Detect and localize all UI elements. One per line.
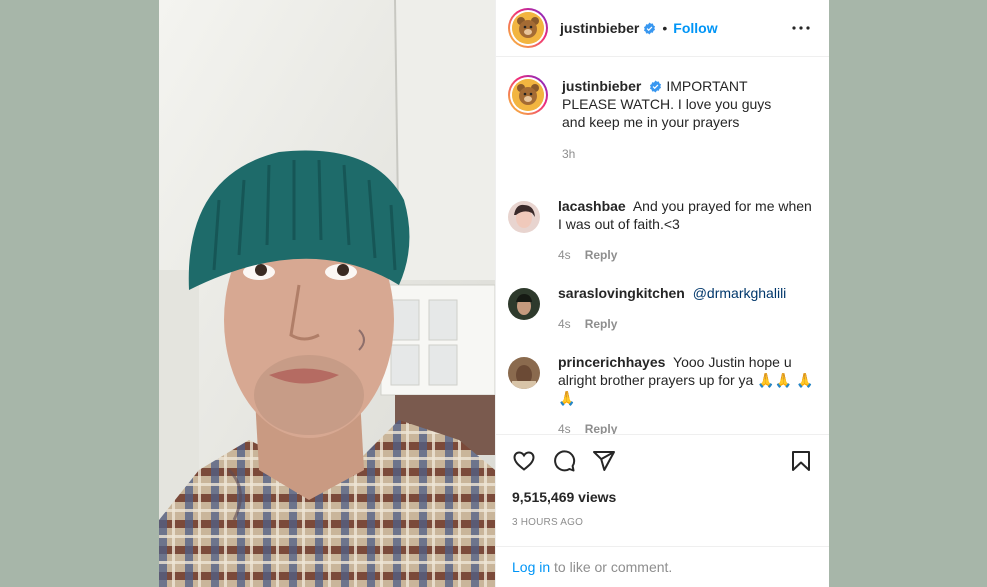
post-side-panel: justinbieber • Follow justinbieber IMPOR… [495,0,829,587]
comment-icon[interactable] [552,449,576,473]
comment-timestamp[interactable]: 4s [558,317,571,331]
video-frame-image [159,0,495,587]
views-count[interactable]: 9,515,469 views [512,489,813,505]
caption-timestamp[interactable]: 3h [562,147,575,161]
login-link[interactable]: Log in [512,559,550,575]
comment-timestamp[interactable]: 4s [558,422,571,434]
reply-button[interactable]: Reply [585,248,618,262]
comment-timestamp[interactable]: 4s [558,248,571,262]
bookmark-icon[interactable] [789,449,813,473]
heart-icon[interactable] [512,449,536,473]
action-icons-row [512,447,813,475]
header-username[interactable]: justinbieber [560,20,639,36]
post-container: justinbieber • Follow justinbieber IMPOR… [159,0,829,587]
post-actions: 9,515,469 views 3 HOURS AGO [496,434,829,528]
more-options-button[interactable] [789,16,813,40]
comment-item: saraslovingkitchen @drmarkghalili 4s Rep… [508,284,817,331]
user-photo-icon [508,288,540,320]
comment-avatar[interactable] [508,201,540,233]
comment-username[interactable]: princerichhayes [558,354,665,370]
user-photo-icon [508,357,540,389]
comment-username[interactable]: saraslovingkitchen [558,285,685,301]
comment-avatar[interactable] [508,288,540,320]
caption-avatar[interactable] [508,75,548,115]
reply-button[interactable]: Reply [585,317,618,331]
comment-item: lacashbae And you prayed for me when I w… [508,197,817,262]
login-prompt: Log in to like or comment. [496,546,829,587]
user-photo-icon [508,201,540,233]
reply-button[interactable]: Reply [585,422,618,434]
verified-badge-icon [650,80,662,93]
separator-dot: • [662,20,668,36]
post-caption: justinbieber IMPORTANT PLEASE WATCH. I l… [508,75,817,161]
comment-mention-link[interactable]: @drmarkghalili [693,285,787,301]
comment-avatar[interactable] [508,357,540,389]
login-prompt-text: to like or comment. [550,559,673,575]
more-horizontal-icon [792,26,810,30]
post-timestamp[interactable]: 3 HOURS AGO [512,517,813,528]
share-icon[interactable] [592,449,616,473]
avatar[interactable] [508,8,548,48]
comment-item: princerichhayes Yooo Justin hope u alrig… [508,353,817,434]
bear-avatar-icon [512,79,544,111]
post-video[interactable] [159,0,495,587]
comments-list[interactable]: justinbieber IMPORTANT PLEASE WATCH. I l… [496,57,829,434]
follow-button[interactable]: Follow [673,20,717,36]
comment-username[interactable]: lacashbae [558,198,626,214]
caption-username[interactable]: justinbieber [562,78,641,94]
post-header: justinbieber • Follow [496,0,829,57]
verified-badge-icon [644,22,656,34]
bear-avatar-icon [512,12,544,44]
